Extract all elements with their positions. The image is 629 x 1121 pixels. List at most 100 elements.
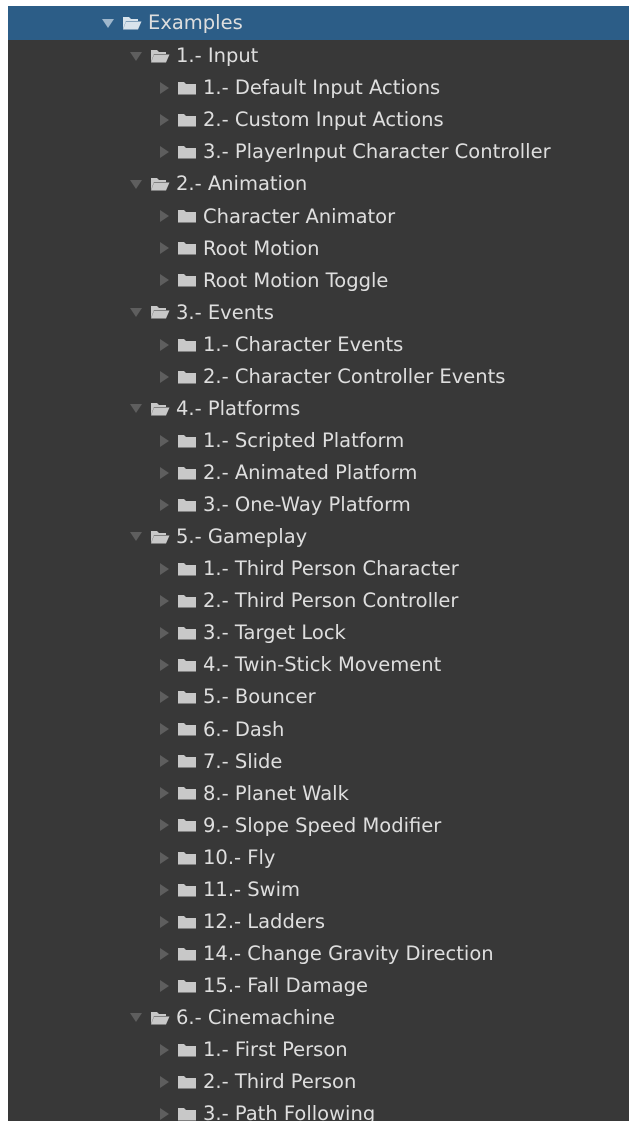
tree-folder-row[interactable]: 6.- Cinemachine [8,1002,629,1034]
tree-item-row[interactable]: 12.- Ladders [8,906,629,938]
tree-item-row[interactable]: Root Motion Toggle [8,264,629,296]
triangle-right-icon[interactable] [160,819,169,832]
tree-item-label: 2.- Custom Input Actions [203,108,444,132]
tree-item-row[interactable]: 2.- Character Controller Events [8,361,629,393]
tree-item-row[interactable]: 3.- PlayerInput Character Controller [8,136,629,168]
triangle-right-icon[interactable] [160,851,169,864]
folder-icon [177,433,197,449]
triangle-right-icon[interactable] [160,562,169,575]
tree-item-label: 2.- Third Person Controller [203,589,459,613]
folder-icon [177,689,197,705]
triangle-right-icon[interactable] [160,947,169,960]
triangle-right-icon[interactable] [160,691,169,704]
tree-item-label: 3.- PlayerInput Character Controller [203,140,551,164]
triangle-right-icon[interactable] [160,242,169,255]
folder-icon [177,369,197,385]
tree-item-examples[interactable]: Examples [8,6,629,40]
tree-item-row[interactable]: 2.- Animated Platform [8,457,629,489]
tree-item-row[interactable]: 8.- Planet Walk [8,777,629,809]
tree-folder-row[interactable]: 1.- Input [8,40,629,72]
tree-item-label: 2.- Animated Platform [203,461,418,485]
triangle-right-icon[interactable] [160,659,169,672]
tree-item-label: 3.- One-Way Platform [203,493,411,517]
triangle-right-icon[interactable] [160,723,169,736]
tree-item-row[interactable]: Character Animator [8,200,629,232]
triangle-right-icon[interactable] [160,338,169,351]
folder-open-icon [150,48,170,64]
triangle-right-icon[interactable] [160,146,169,159]
triangle-down-icon[interactable] [130,1013,142,1023]
triangle-right-icon[interactable] [160,787,169,800]
triangle-down-icon[interactable] [130,179,142,189]
triangle-right-icon[interactable] [160,114,169,127]
tree-item-label: 7.- Slide [203,749,283,773]
tree-folder-row[interactable]: 2.- Animation [8,168,629,200]
triangle-right-icon[interactable] [160,1075,169,1088]
tree-item-row[interactable]: 2.- Third Person Controller [8,585,629,617]
triangle-right-icon[interactable] [160,210,169,223]
triangle-right-icon[interactable] [160,498,169,511]
triangle-down-icon[interactable] [102,18,114,28]
tree-item-row[interactable]: 1.- Third Person Character [8,553,629,585]
tree-item-label: 11.- Swim [203,877,300,901]
tree-item-label: 4.- Platforms [176,396,301,420]
tree-item-row[interactable]: 6.- Dash [8,713,629,745]
tree-item-row[interactable]: 2.- Third Person [8,1066,629,1098]
tree-item-label: 6.- Dash [203,717,285,741]
tree-item-row[interactable]: 3.- Path Following [8,1098,629,1121]
triangle-right-icon[interactable] [160,915,169,928]
tree-item-row[interactable]: 15.- Fall Damage [8,970,629,1002]
folder-icon [177,497,197,513]
tree-item-label: 12.- Ladders [203,909,325,933]
folder-icon [177,657,197,673]
folder-icon [177,1074,197,1090]
tree-folder-row[interactable]: 5.- Gameplay [8,521,629,553]
folder-open-icon [150,304,170,320]
tree-item-row[interactable]: 4.- Twin-Stick Movement [8,649,629,681]
triangle-right-icon[interactable] [160,434,169,447]
tree-item-label: 10.- Fly [203,845,276,869]
triangle-right-icon[interactable] [160,595,169,608]
left-border [0,0,8,1121]
folder-icon [177,625,197,641]
tree-item-row[interactable]: 3.- One-Way Platform [8,489,629,521]
triangle-right-icon[interactable] [160,979,169,992]
triangle-right-icon[interactable] [160,274,169,287]
tree-folder-row[interactable]: 3.- Events [8,296,629,328]
folder-icon [177,946,197,962]
tree-item-row[interactable]: 1.- First Person [8,1034,629,1066]
triangle-down-icon[interactable] [130,51,142,61]
triangle-right-icon[interactable] [160,627,169,640]
triangle-right-icon[interactable] [160,1043,169,1056]
tree-item-label: Examples [148,11,243,35]
tree-item-row[interactable]: 2.- Custom Input Actions [8,104,629,136]
triangle-right-icon[interactable] [160,883,169,896]
tree-item-label: 15.- Fall Damage [203,973,368,997]
triangle-right-icon[interactable] [160,1107,169,1120]
folder-icon [177,144,197,160]
folder-icon [177,80,197,96]
triangle-down-icon[interactable] [130,532,142,542]
tree-item-row[interactable]: Root Motion [8,232,629,264]
tree-item-row[interactable]: 10.- Fly [8,842,629,874]
triangle-right-icon[interactable] [160,466,169,479]
tree-item-row[interactable]: 1.- Character Events [8,329,629,361]
tree-item-row[interactable]: 1.- Default Input Actions [8,72,629,104]
folder-open-icon [150,529,170,545]
triangle-down-icon[interactable] [130,404,142,414]
folder-icon [177,1042,197,1058]
tree-item-row[interactable]: 9.- Slope Speed Modifier [8,809,629,841]
tree-item-row[interactable]: 5.- Bouncer [8,681,629,713]
tree-item-row[interactable]: 3.- Target Lock [8,617,629,649]
triangle-right-icon[interactable] [160,755,169,768]
triangle-down-icon[interactable] [130,307,142,317]
tree-item-row[interactable]: 1.- Scripted Platform [8,425,629,457]
tree-item-label: 3.- Events [176,300,274,324]
triangle-right-icon[interactable] [160,370,169,383]
triangle-right-icon[interactable] [160,82,169,95]
tree-item-label: Character Animator [203,204,396,228]
tree-folder-row[interactable]: 4.- Platforms [8,393,629,425]
tree-item-row[interactable]: 14.- Change Gravity Direction [8,938,629,970]
tree-item-row[interactable]: 7.- Slide [8,745,629,777]
tree-item-row[interactable]: 11.- Swim [8,874,629,906]
